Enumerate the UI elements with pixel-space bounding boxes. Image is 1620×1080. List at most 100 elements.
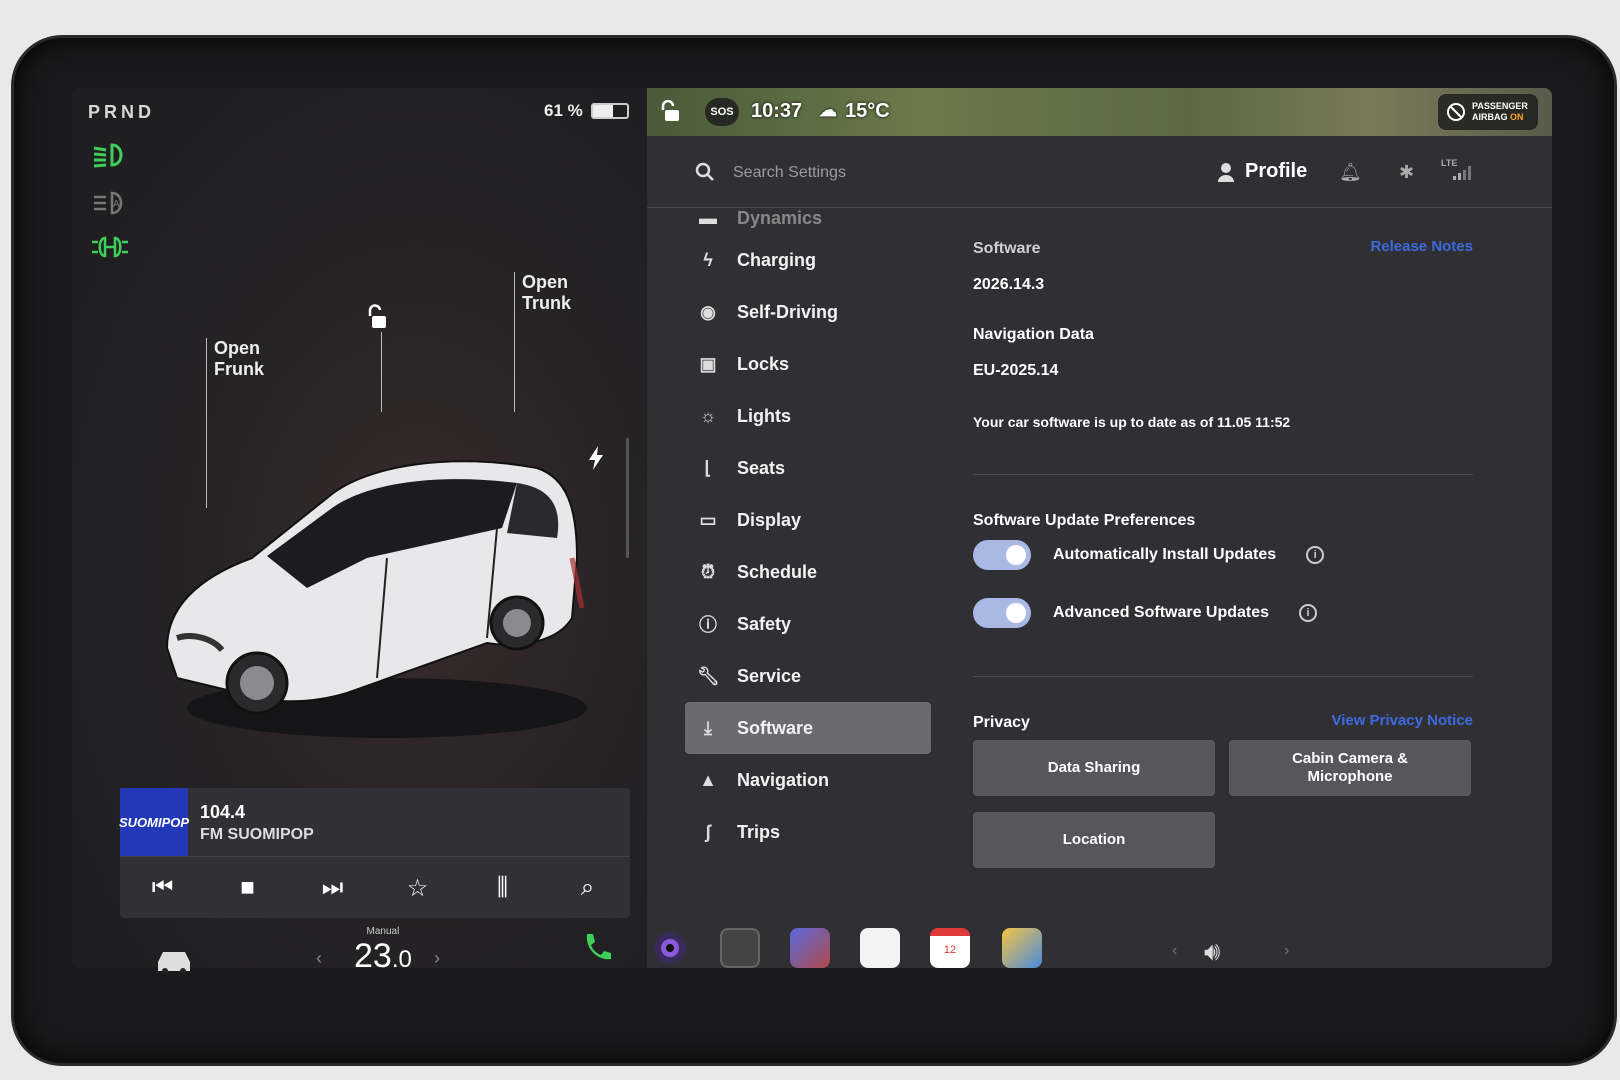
seat-icon: ⌊ — [704, 457, 712, 478]
menu-locks[interactable]: ▣ Locks — [685, 338, 931, 390]
trunk-callout-line — [514, 272, 515, 412]
notes-icon[interactable] — [860, 928, 900, 968]
menu-dynamics[interactable]: ▬ Dynamics — [685, 208, 931, 234]
favorite-icon[interactable]: ☆ — [398, 874, 438, 903]
menu-display[interactable]: ▭ Display — [685, 494, 931, 546]
advanced-updates-toggle[interactable] — [973, 598, 1031, 628]
temp-up-icon[interactable]: › — [434, 948, 440, 969]
controls-icon[interactable] — [720, 928, 760, 968]
battery-icon — [590, 103, 629, 119]
battery-fill — [592, 105, 614, 117]
door-callout-line — [381, 332, 382, 412]
lock-status-icon[interactable] — [661, 100, 681, 122]
temp-decimal: .0 — [391, 946, 412, 973]
calendar-icon[interactable]: 12 — [930, 928, 970, 968]
steering-wheel-icon: ◉ — [700, 301, 716, 322]
search-icon[interactable]: ⌕ — [568, 874, 608, 902]
menu-navigation[interactable]: ▲ Navigation — [685, 754, 931, 806]
menu-software[interactable]: ⤓ Software — [685, 702, 931, 754]
clock: 10:37 — [751, 100, 803, 122]
fog-lights-icon[interactable] — [92, 234, 128, 260]
touchscreen: PRND 61 % A Open Frunk Open Trunk SUOMIP… — [72, 88, 1552, 968]
temp-down-icon[interactable]: ‹ — [316, 948, 322, 969]
car-icon[interactable] — [154, 948, 194, 974]
volume-down-icon[interactable]: ‹ — [1172, 942, 1177, 960]
bell-icon[interactable]: 🔔︎ — [1339, 162, 1362, 183]
menu-label: Display — [737, 509, 802, 530]
media-player[interactable]: SUOMIPOP 104.4 FM SUOMIPOP ⏮ ■ ⏭ ☆ ⫼ ⌕ — [119, 788, 630, 918]
svg-text:A: A — [113, 199, 120, 210]
phone-icon[interactable] — [577, 928, 617, 968]
data-sharing-button[interactable]: Data Sharing — [973, 740, 1215, 796]
door-unlock-icon[interactable] — [364, 304, 392, 332]
outside-temperature: 15°C — [845, 100, 890, 122]
update-status-text: Your car software is up to date as of 11… — [973, 414, 1291, 430]
battery-percent: 61 % — [544, 101, 583, 120]
wrench-icon: 🔧︎ — [697, 665, 720, 686]
passenger-airbag-status: PASSENGER AIRBAG ON — [1438, 94, 1538, 130]
auto-install-toggle[interactable] — [973, 540, 1031, 570]
download-icon: ⤓ — [704, 717, 712, 738]
menu-charging[interactable]: ϟ Charging — [685, 234, 931, 286]
menu-label: Safety — [737, 613, 792, 634]
privacy-title: Privacy — [973, 714, 1030, 731]
privacy-notice-link[interactable]: View Privacy Notice — [1332, 712, 1473, 729]
info-icon[interactable]: i — [1306, 546, 1325, 564]
cabin-camera-button[interactable]: Cabin Camera & Microphone — [1229, 740, 1471, 796]
menu-label: Charging — [737, 249, 816, 270]
weather-icon: ☁ — [819, 100, 837, 120]
volume-icon[interactable]: 🔊︎ — [1204, 936, 1220, 968]
settings-pane: SOS 10:37 ☁ 15°C PASSENGER AIRBAG ON Sea… — [647, 88, 1552, 968]
sun-icon: ☼ — [699, 405, 717, 426]
menu-safety[interactable]: ⓘ Safety — [685, 598, 931, 650]
info-icon[interactable]: i — [1299, 604, 1318, 622]
volume-up-icon[interactable]: › — [1284, 942, 1289, 960]
navigation-icon: ▲ — [699, 769, 717, 790]
airbag-state: ON — [1510, 112, 1524, 122]
prev-icon[interactable]: ⏮ — [143, 874, 183, 902]
status-bar: SOS 10:37 ☁ 15°C PASSENGER AIRBAG ON — [647, 88, 1552, 136]
climate-mode: Manual — [366, 926, 400, 937]
menu-self-driving[interactable]: ◉ Self-Driving — [685, 286, 931, 338]
search-input[interactable]: Search Settings — [733, 164, 846, 182]
release-notes-link[interactable]: Release Notes — [1370, 238, 1473, 255]
station-logo: SUOMIPOP — [119, 788, 189, 856]
auto-headlights-icon[interactable]: A — [92, 190, 128, 216]
station-frequency: 104.4 — [200, 802, 246, 822]
search-icon[interactable] — [695, 162, 715, 182]
bluetooth-icon[interactable]: ✱ — [1399, 162, 1414, 183]
settings-header: Search Settings Profile 🔔︎ ✱ LTE — [647, 136, 1552, 208]
navigation-app-icon[interactable] — [790, 928, 830, 968]
trunk-label-line2: Trunk — [522, 293, 572, 313]
microphone-label: Microphone — [1307, 768, 1393, 785]
auto-install-row: Automatically Install Updates i — [973, 540, 1325, 570]
menu-lights[interactable]: ☼ Lights — [685, 390, 931, 442]
equalizer-icon[interactable]: ⫼ — [483, 874, 523, 902]
profile-label: Profile — [1245, 160, 1308, 182]
gear-indicator: PRND — [88, 102, 156, 122]
climate-control[interactable]: Manual 23.0 — [354, 926, 412, 976]
menu-label: Trips — [737, 821, 781, 842]
menu-seats[interactable]: ⌊ Seats — [685, 442, 931, 494]
settings-menu: ▬ Dynamics ϟ Charging ◉ Self-Driving ▣ Locks… — [685, 208, 931, 858]
camera-icon[interactable] — [650, 928, 690, 968]
navigation-data-title: Navigation Data — [973, 326, 1094, 343]
open-trunk-button[interactable]: Open Trunk — [522, 272, 571, 314]
menu-service[interactable]: 🔧︎ Service — [685, 650, 931, 702]
vehicle-model-image[interactable] — [157, 438, 597, 738]
pane-resize-handle[interactable] — [626, 438, 629, 558]
profile-button[interactable]: Profile — [1217, 160, 1307, 183]
stop-icon[interactable]: ■ — [228, 874, 268, 902]
signal-icon — [1453, 166, 1471, 180]
toybox-icon[interactable] — [1002, 928, 1042, 968]
open-frunk-button[interactable]: Open Frunk — [214, 338, 264, 380]
low-beam-icon[interactable] — [92, 142, 128, 168]
station-name: FM SUOMIPOP — [200, 826, 314, 843]
menu-trips[interactable]: ʃ Trips — [685, 806, 931, 858]
sos-button[interactable]: SOS — [705, 98, 739, 126]
menu-schedule[interactable]: ⏰︎ Schedule — [685, 546, 931, 598]
advanced-updates-row: Advanced Software Updates i — [973, 598, 1318, 628]
location-button[interactable]: Location — [973, 812, 1215, 868]
next-icon[interactable]: ⏭ — [313, 874, 353, 902]
user-icon — [1218, 162, 1234, 182]
